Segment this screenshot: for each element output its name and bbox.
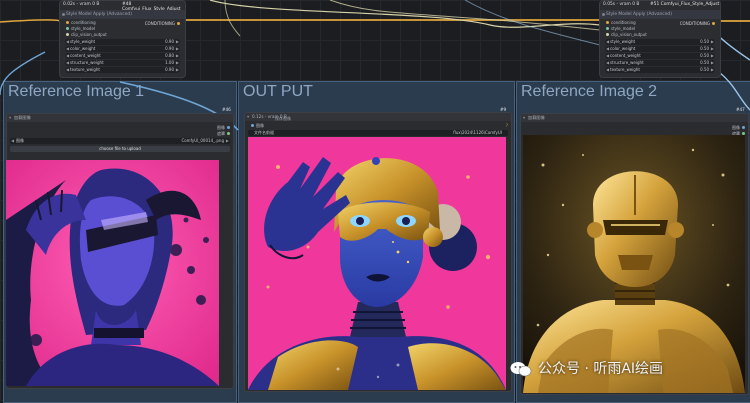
decrement-arrow-icon[interactable]: ◀ <box>606 67 609 73</box>
style-model-apply-node-48[interactable]: 0.02s - vram 0 B #48 Comfyui_Flux_Style_… <box>59 0 186 78</box>
decrement-arrow-icon[interactable]: ◀ <box>606 60 609 66</box>
group-title: Reference Image 2 <box>521 83 658 100</box>
node-title: Style Model Apply (Advanced) <box>66 12 132 17</box>
collapse-dot-icon[interactable] <box>602 13 605 16</box>
increment-arrow-icon[interactable]: ▶ <box>711 46 714 52</box>
increment-arrow-icon[interactable]: ▶ <box>711 60 714 66</box>
group-title: OUT PUT <box>243 83 313 100</box>
node-title: Style Model Apply (Advanced) <box>606 12 672 17</box>
color-weight-slider[interactable]: ◀ color_weight 0.50 ▶ <box>605 46 715 52</box>
texture-weight-slider[interactable]: ◀ texture_weight 0.90 ▶ <box>65 67 180 73</box>
collapse-triangle-icon[interactable]: ▾ <box>9 114 11 122</box>
decrement-arrow-icon[interactable]: ◀ <box>606 53 609 59</box>
output-conditioning[interactable]: CONDITIONING <box>680 21 715 26</box>
watermark-text: 公众号 · 听雨AI绘画 <box>538 361 664 377</box>
texture-weight-slider[interactable]: ◀ texture_weight 0.50 ▶ <box>605 67 715 73</box>
prev-arrow-icon[interactable]: ◀ <box>11 138 14 144</box>
decrement-arrow-icon[interactable]: ◀ <box>606 46 609 52</box>
socket-icon <box>742 126 745 129</box>
collapse-triangle-icon[interactable]: ▾ <box>247 113 249 121</box>
socket-icon <box>177 22 180 25</box>
input-clip-vision-output[interactable]: clip_vision_output <box>66 32 107 37</box>
increment-arrow-icon[interactable]: ▶ <box>176 67 179 73</box>
socket-icon <box>606 33 609 36</box>
cyber-woman-artwork <box>6 160 219 386</box>
collapse-dot-icon[interactable] <box>62 13 65 16</box>
input-conditioning[interactable]: conditioning <box>66 20 96 25</box>
reference-image-1-preview <box>6 160 219 386</box>
collapse-triangle-icon[interactable]: ▾ <box>523 114 525 122</box>
increment-arrow-icon[interactable]: ▶ <box>176 60 179 66</box>
socket-icon <box>66 27 69 30</box>
decrement-arrow-icon[interactable]: ◀ <box>66 60 69 66</box>
socket-icon <box>227 126 230 129</box>
increment-arrow-icon[interactable]: ▶ <box>176 46 179 52</box>
save-node-title: 保存图像 <box>275 116 291 121</box>
socket-icon <box>66 21 69 24</box>
structure-weight-slider[interactable]: ◀ structure_weight 1.00 ▶ <box>65 60 180 66</box>
reference-image-2-preview <box>523 135 745 393</box>
node-header[interactable]: ▾ 加载图像 <box>521 114 748 122</box>
input-style-model[interactable]: style_model <box>606 26 635 31</box>
help-flag[interactable]: ? <box>506 123 508 128</box>
socket-icon <box>606 27 609 30</box>
color-weight-slider[interactable]: ◀ color_weight 0.90 ▶ <box>65 46 180 52</box>
socket-icon <box>227 132 230 135</box>
gold-helmet-woman-artwork <box>248 137 506 390</box>
input-images[interactable]: 图像 <box>251 123 264 129</box>
node-header[interactable]: ▾ 加载图像 <box>7 114 233 122</box>
increment-arrow-icon[interactable]: ▶ <box>711 39 714 45</box>
style-weight-slider[interactable]: ◀ style_weight 0.90 ▶ <box>65 39 180 45</box>
node-timing: 0.02s - vram 0 B <box>63 2 100 7</box>
decrement-arrow-icon[interactable]: ◀ <box>606 39 609 45</box>
node-title: 加载图像 <box>528 115 545 120</box>
next-arrow-icon[interactable]: ▶ <box>226 138 229 144</box>
increment-arrow-icon[interactable]: ▶ <box>711 67 714 73</box>
style-model-apply-node-51[interactable]: 0.05s - vram 0 B #51 Comfyui_Flux_Style_… <box>599 0 721 78</box>
socket-icon <box>712 22 715 25</box>
socket-icon <box>251 124 254 127</box>
node-timing: 0.05s - vram 0 B <box>603 2 640 7</box>
socket-icon <box>606 21 609 24</box>
node-header[interactable]: Style Model Apply (Advanced) <box>600 10 720 19</box>
increment-arrow-icon[interactable]: ▶ <box>711 53 714 59</box>
node-title: 加载图像 <box>14 115 31 120</box>
node-id-title: #51 Comfyui_Flux_Style_Adjust <box>650 2 720 7</box>
upload-button[interactable]: choose file to upload <box>10 146 230 152</box>
increment-arrow-icon[interactable]: ▶ <box>176 53 179 59</box>
content-weight-slider[interactable]: ◀ content_weight 0.80 ▶ <box>65 53 180 59</box>
content-weight-slider[interactable]: ◀ content_weight 0.50 ▶ <box>605 53 715 59</box>
decrement-arrow-icon[interactable]: ◀ <box>66 46 69 52</box>
node-id-badge: #46 <box>222 107 231 112</box>
node-id-badge: #9 <box>500 107 507 112</box>
filename-prefix-field[interactable]: 文件名前缀 flux\2024\1126\ComfyUI <box>248 130 508 136</box>
output-image-preview <box>248 137 506 390</box>
increment-arrow-icon[interactable]: ▶ <box>176 39 179 45</box>
group-title: Reference Image 1 <box>8 83 145 100</box>
style-weight-slider[interactable]: ◀ style_weight 0.50 ▶ <box>605 39 715 45</box>
input-clip-vision-output[interactable]: clip_vision_output <box>606 32 647 37</box>
image-select-combo[interactable]: ◀ 图像 ComfyUI_00014_.png ▶ <box>10 138 230 144</box>
wechat-icon <box>510 361 532 377</box>
watermark: 公众号 · 听雨AI绘画 <box>510 358 663 378</box>
golden-android-artwork <box>523 135 745 393</box>
decrement-arrow-icon[interactable]: ◀ <box>66 39 69 45</box>
input-style-model[interactable]: style_model <box>66 26 95 31</box>
output-mask[interactable]: 遮罩 <box>217 131 230 137</box>
node-header[interactable]: Style Model Apply (Advanced) <box>60 10 185 19</box>
decrement-arrow-icon[interactable]: ◀ <box>66 53 69 59</box>
node-id-badge: #47 <box>736 107 745 112</box>
decrement-arrow-icon[interactable]: ◀ <box>66 67 69 73</box>
structure-weight-slider[interactable]: ◀ structure_weight 0.50 ▶ <box>605 60 715 66</box>
input-conditioning[interactable]: conditioning <box>606 20 636 25</box>
socket-icon <box>66 33 69 36</box>
output-conditioning[interactable]: CONDITIONING <box>145 21 180 26</box>
